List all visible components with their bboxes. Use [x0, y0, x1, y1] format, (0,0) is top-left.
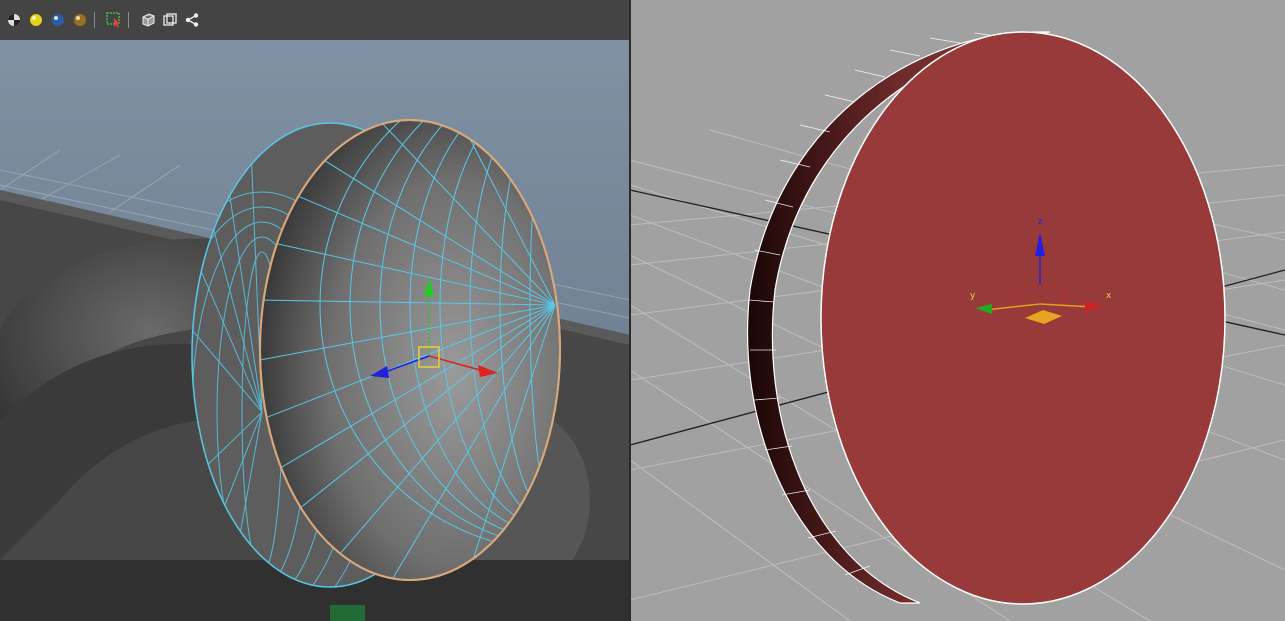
share-nodes-icon[interactable] — [182, 11, 201, 30]
x-axis-label: x — [1106, 291, 1112, 301]
viewport-divider — [629, 0, 631, 621]
left-scene[interactable] — [0, 0, 630, 621]
right-scene[interactable]: z y x — [630, 0, 1285, 621]
select-region-icon[interactable] — [104, 11, 123, 30]
right-viewport[interactable]: z y x — [630, 0, 1285, 621]
status-indicator — [330, 605, 365, 621]
y-axis-label: y — [970, 291, 976, 301]
yellow-sphere-material-icon[interactable] — [26, 11, 45, 30]
cylinder-disc[interactable] — [746, 31, 1226, 605]
disc-face[interactable] — [820, 31, 1226, 605]
left-viewport[interactable] — [0, 0, 630, 621]
viewport-toolbar — [0, 0, 630, 40]
wire-cube-icon[interactable] — [138, 11, 157, 30]
checker-material-icon[interactable] — [4, 11, 23, 30]
blue-sphere-material-icon[interactable] — [48, 11, 67, 30]
toolbar-separator — [128, 12, 133, 28]
z-axis-label: z — [1038, 217, 1043, 227]
toolbar-separator — [94, 12, 99, 28]
isolate-view-icon[interactable] — [160, 11, 179, 30]
gold-sphere-material-icon[interactable] — [70, 11, 89, 30]
